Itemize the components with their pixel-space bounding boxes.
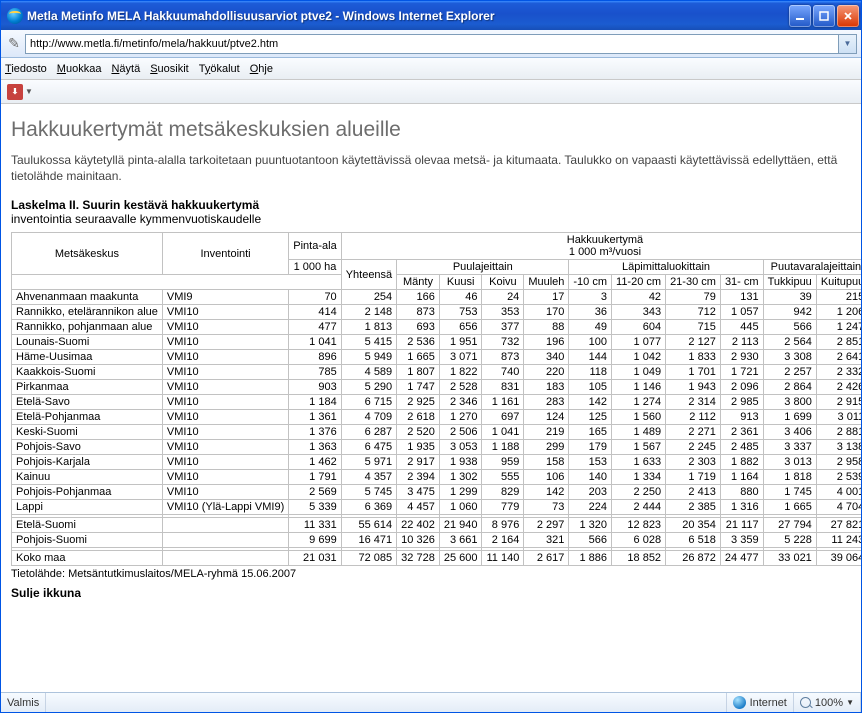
- table-row: Lounais-SuomiVMI101 0415 4152 5361 95173…: [12, 335, 862, 350]
- col-muuleh: Muuleh: [524, 275, 569, 290]
- pdf-icon[interactable]: ⬇: [7, 84, 23, 100]
- status-bar: Valmis Internet 100% ▼: [1, 692, 861, 712]
- col-kuitu: Kuitupuu: [816, 275, 861, 290]
- table-row: Pohjois-KarjalaVMI101 4625 9712 9171 938…: [12, 455, 862, 470]
- menu-view[interactable]: Näytä: [111, 63, 140, 75]
- source-note: Tietolähde: Metsäntutkimuslaitos/MELA-ry…: [11, 568, 851, 580]
- window-title: Metla Metinfo MELA Hakkuumahdollisuusarv…: [27, 9, 787, 23]
- toolbar: ⬇ ▼: [1, 80, 861, 104]
- col-manty: Mänty: [397, 275, 440, 290]
- table-row: Häme-UusimaaVMI108965 9491 6653 07187334…: [12, 350, 862, 365]
- pdf-dropdown[interactable]: ▼: [25, 87, 33, 96]
- intro-text: Taulukossa käytetyllä pinta-alalla tarko…: [11, 152, 851, 184]
- maximize-button[interactable]: [813, 5, 835, 27]
- table-body: Ahvenanmaan maakuntaVMI97025416646241734…: [12, 290, 862, 566]
- table-row: Rannikko, pohjanmaan alueVMI104771 81369…: [12, 320, 862, 335]
- table-row: Rannikko, etelärannikon alueVMI104142 14…: [12, 305, 862, 320]
- globe-icon: [733, 696, 746, 709]
- close-link[interactable]: Sulje ikkuna: [11, 586, 851, 601]
- address-dropdown[interactable]: ▼: [839, 34, 857, 54]
- page-heading: Hakkuukertymät metsäkeskuksien alueille: [11, 118, 851, 142]
- menu-bar: TTiedostoiedosto Muokkaa Näytä Suosikit …: [1, 58, 861, 80]
- menu-help[interactable]: Ohje: [250, 63, 273, 75]
- address-bar-row: ✎ ▼: [1, 30, 861, 58]
- col-diameter: Läpimittaluokittain: [569, 260, 763, 275]
- col-31: 31- cm: [720, 275, 763, 290]
- status-zoom[interactable]: 100% ▼: [794, 693, 861, 712]
- table-row: Koko maa21 03172 08532 72825 60011 1402 …: [12, 551, 862, 566]
- status-zone: Internet: [727, 693, 794, 712]
- menu-tools[interactable]: Työkalut: [199, 63, 240, 75]
- zoom-icon: [800, 697, 811, 708]
- close-button[interactable]: [837, 5, 859, 27]
- minimize-button[interactable]: [789, 5, 811, 27]
- table-row: Etelä-PohjanmaaVMI101 3614 7092 6181 270…: [12, 410, 862, 425]
- table-row: Ahvenanmaan maakuntaVMI97025416646241734…: [12, 290, 862, 305]
- col-11-20: 11-20 cm: [612, 275, 666, 290]
- status-ready: Valmis: [1, 693, 46, 712]
- col-tukki: Tukkipuu: [763, 275, 816, 290]
- col-inventory: Inventointi: [162, 233, 288, 275]
- menu-file[interactable]: TTiedostoiedosto: [5, 63, 47, 75]
- menu-edit[interactable]: Muokkaa: [57, 63, 102, 75]
- col-m10: -10 cm: [569, 275, 612, 290]
- table-row: Kaakkois-SuomiVMI107854 5891 8071 822740…: [12, 365, 862, 380]
- table-row: Keski-SuomiVMI101 3766 2872 5202 5061 04…: [12, 425, 862, 440]
- browser-window: Metla Metinfo MELA Hakkuumahdollisuusarv…: [0, 0, 862, 713]
- address-input[interactable]: [25, 34, 839, 54]
- table-row: PirkanmaaVMI109035 2901 7472 52883118310…: [12, 380, 862, 395]
- ie-icon: [7, 8, 23, 24]
- table-row: KainuuVMI101 7914 3572 3941 302555106140…: [12, 470, 862, 485]
- col-total: Yhteensä: [341, 260, 396, 290]
- menu-favorites[interactable]: Suosikit: [150, 63, 189, 75]
- table-row: Pohjois-Suomi9 69916 47110 3263 6612 164…: [12, 533, 862, 548]
- col-koivu: Koivu: [482, 275, 524, 290]
- col-haul-group: Hakkuukertymä1 000 m³/vuosi: [341, 233, 861, 260]
- page-content: Hakkuukertymät metsäkeskuksien alueille …: [1, 104, 861, 692]
- subheading-plain: inventointia seuraavalle kymmenvuotiskau…: [11, 212, 261, 226]
- subheading-bold: Laskelma II. Suurin kestävä hakkuukertym…: [11, 198, 259, 212]
- table-row: LappiVMI10 (Ylä-Lappi VMI9)5 3396 3694 4…: [12, 500, 862, 515]
- table-row: Etelä-SavoVMI101 1846 7152 9252 3461 161…: [12, 395, 862, 410]
- col-kuusi: Kuusi: [439, 275, 482, 290]
- col-21-30: 21-30 cm: [666, 275, 721, 290]
- titlebar[interactable]: Metla Metinfo MELA Hakkuumahdollisuusarv…: [1, 1, 861, 30]
- col-region: Metsäkeskus: [12, 233, 163, 275]
- page-icon: ✎: [5, 35, 23, 53]
- table-row: Pohjois-PohjanmaaVMI102 5695 7453 4751 2…: [12, 485, 862, 500]
- col-area-unit: 1 000 ha: [289, 260, 341, 275]
- data-table: Metsäkeskus Inventointi Pinta-ala Hakkuu…: [11, 232, 861, 566]
- col-assort: Puutavaralajeittain: [763, 260, 861, 275]
- table-row: Pohjois-SavoVMI101 3636 4751 9353 0531 1…: [12, 440, 862, 455]
- subheading: Laskelma II. Suurin kestävä hakkuukertym…: [11, 198, 851, 226]
- table-row: Etelä-Suomi11 33155 61422 40221 9408 976…: [12, 518, 862, 533]
- col-area: Pinta-ala: [289, 233, 341, 260]
- col-species: Puulajeittain: [397, 260, 569, 275]
